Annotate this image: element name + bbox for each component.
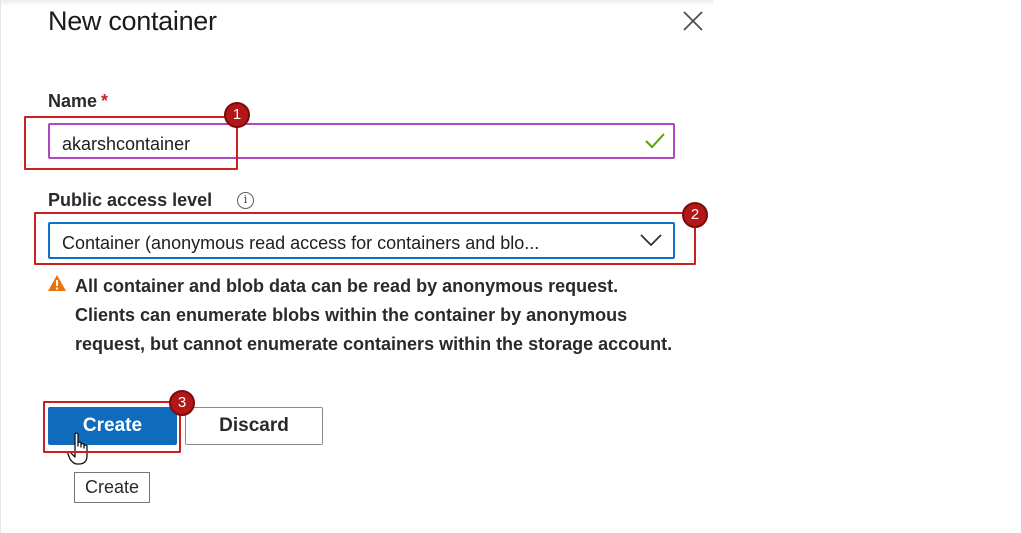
checkmark-icon <box>645 133 665 149</box>
callout-badge-2: 2 <box>682 202 708 228</box>
callout-badge-1: 1 <box>224 102 250 128</box>
warning-message: All container and blob data can be read … <box>75 276 673 354</box>
discard-button[interactable]: Discard <box>185 407 323 445</box>
create-tooltip: Create <box>74 472 150 503</box>
warning-icon <box>48 275 66 291</box>
page-title: New container <box>48 6 217 36</box>
callout-box-access-level <box>34 212 696 265</box>
close-icon[interactable] <box>681 9 705 33</box>
callout-box-create <box>43 401 181 453</box>
required-asterisk: * <box>101 91 109 111</box>
access-level-label: Public access level <box>48 190 213 210</box>
name-label: Name * <box>48 91 108 112</box>
new-container-panel: New container Name * akarshcontainer Publ… <box>0 0 713 533</box>
info-icon[interactable]: i <box>237 192 254 209</box>
callout-badge-3: 3 <box>169 390 195 416</box>
callout-box-name <box>24 116 238 170</box>
name-label-text: Name <box>48 91 98 111</box>
